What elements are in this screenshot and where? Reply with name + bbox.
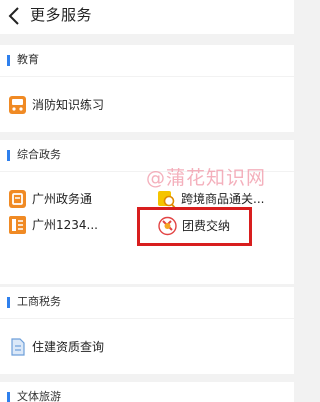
page-title: 更多服务: [30, 6, 93, 24]
watermark: @蒲花知识网: [146, 167, 267, 189]
section-title-government: 综合政务: [17, 148, 61, 161]
section-title-business-tax: 工商税务: [17, 295, 61, 308]
back-arrow-icon[interactable]: [5, 5, 25, 27]
section-title-education: 教育: [17, 53, 39, 66]
service-item-fire-quiz[interactable]: 消防知识练习: [8, 92, 158, 118]
government-app-icon: [9, 190, 26, 208]
service-item-label: 住建资质查询: [32, 340, 105, 354]
service-item-label: 广州政务通: [32, 192, 93, 206]
section-accent-bar: [7, 297, 10, 308]
more-services-page: 更多服务 教育 消防知识练习 综合政务 广州政务通 跨境商品通关... 广州12…: [0, 0, 294, 402]
highlight-box: [137, 207, 252, 246]
education-items: 消防知识练习: [0, 77, 294, 132]
section-header-culture-tourism: 文体旅游: [0, 382, 294, 402]
service-item-gz-hotline[interactable]: 广州1234...: [8, 212, 138, 238]
hotline-icon: [9, 216, 26, 234]
section-accent-bar: [7, 392, 10, 402]
section-header-education: 教育: [0, 45, 294, 76]
section-accent-bar: [7, 55, 10, 66]
section-header-business-tax: 工商税务: [0, 287, 294, 318]
customs-search-icon: [158, 191, 176, 209]
header: 更多服务: [0, 0, 294, 34]
service-item-gz-gov[interactable]: 广州政务通: [8, 186, 138, 212]
document-icon: [11, 338, 25, 356]
quiz-icon: [9, 96, 26, 114]
service-item-housing-qualification[interactable]: 住建资质查询: [8, 334, 158, 360]
section-title-culture-tourism: 文体旅游: [17, 390, 61, 402]
service-item-label: 广州1234...: [32, 218, 98, 232]
business-tax-items: 住建资质查询: [0, 319, 294, 374]
service-item-label: 消防知识练习: [32, 98, 105, 112]
service-item-label: 跨境商品通关...: [181, 192, 265, 206]
section-accent-bar: [7, 150, 10, 161]
